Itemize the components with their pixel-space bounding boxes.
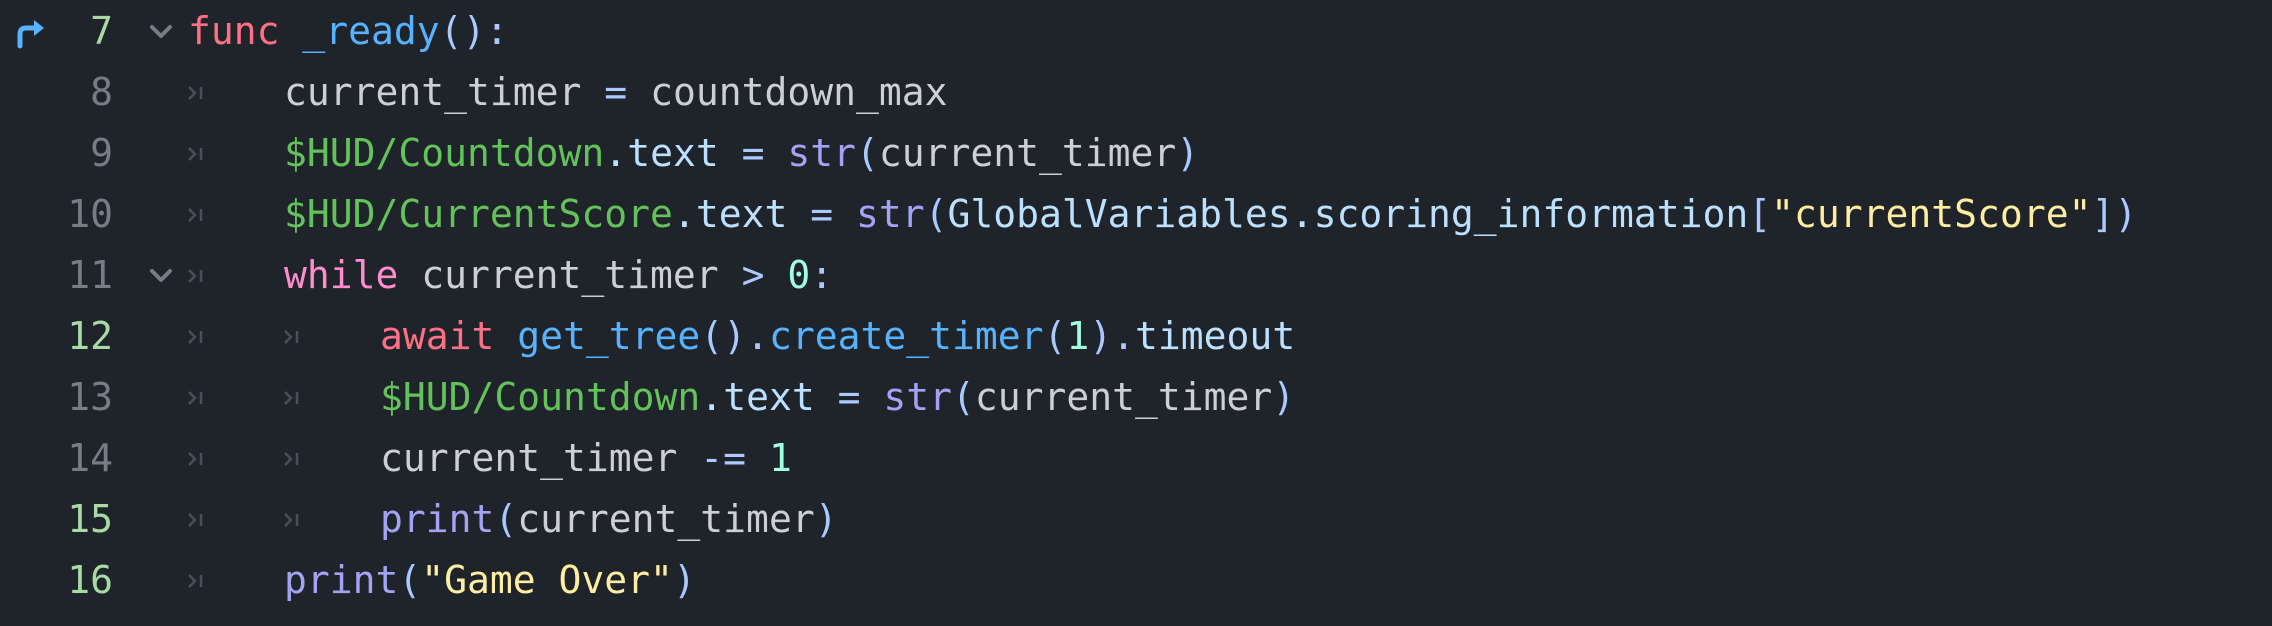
tab-indent-icon bbox=[284, 452, 299, 466]
code-text: current_timer = countdown_max bbox=[284, 70, 948, 114]
line-number: 14 bbox=[67, 436, 113, 480]
line-number: 12 bbox=[67, 314, 113, 358]
line-number: 8 bbox=[90, 70, 113, 114]
line-number: 10 bbox=[67, 192, 113, 236]
code-line-13[interactable]: 13 $HUD/Countdown.text = str(current_tim… bbox=[0, 368, 2272, 429]
tab-indent-icon bbox=[188, 452, 203, 466]
code-line-11[interactable]: 11 while current_timer > 0: bbox=[0, 246, 2272, 307]
tab-indent-icon bbox=[284, 330, 299, 344]
code-editor[interactable]: 7 func _ready(): 8 current_timer = count… bbox=[0, 0, 2272, 626]
line-number: 7 bbox=[90, 9, 113, 53]
code-line-9[interactable]: 9 $HUD/Countdown.text = str(current_time… bbox=[0, 124, 2272, 185]
code-line-15[interactable]: 15 print(current_timer) bbox=[0, 490, 2272, 551]
code-line-12[interactable]: 12 await get_tree().create_timer(1).time… bbox=[0, 307, 2272, 368]
tab-indent-icon bbox=[284, 391, 299, 405]
code-line-10[interactable]: 10 $HUD/CurrentScore.text = str(GlobalVa… bbox=[0, 185, 2272, 246]
code-text: print(current_timer) bbox=[380, 497, 838, 541]
code-text: $HUD/Countdown.text = str(current_timer) bbox=[284, 131, 1200, 175]
tab-indent-icon bbox=[188, 330, 203, 344]
code-text: await get_tree().create_timer(1).timeout bbox=[380, 314, 1296, 358]
code-text: print("Game Over") bbox=[284, 558, 696, 602]
tab-indent-icon bbox=[188, 513, 203, 527]
code-text: $HUD/CurrentScore.text = str(GlobalVaria… bbox=[284, 192, 2138, 236]
tab-indent-icon bbox=[284, 513, 299, 527]
line-number: 15 bbox=[67, 497, 113, 541]
tab-indent-icon bbox=[188, 208, 203, 222]
tab-indent-icon bbox=[188, 391, 203, 405]
tab-indent-icon bbox=[188, 147, 203, 161]
tab-indent-icon bbox=[188, 86, 203, 100]
code-text: func _ready(): bbox=[188, 9, 509, 53]
code-text: $HUD/Countdown.text = str(current_timer) bbox=[380, 375, 1296, 419]
fold-chevron-icon[interactable] bbox=[148, 22, 174, 42]
code-line-7[interactable]: 7 func _ready(): bbox=[0, 2, 2272, 63]
line-number: 9 bbox=[90, 131, 113, 175]
tab-indent-icon bbox=[188, 269, 203, 283]
line-number: 13 bbox=[67, 375, 113, 419]
line-number: 16 bbox=[67, 558, 113, 602]
line-number: 11 bbox=[67, 253, 113, 297]
fold-chevron-icon[interactable] bbox=[148, 266, 174, 286]
code-line-8[interactable]: 8 current_timer = countdown_max bbox=[0, 63, 2272, 124]
code-line-14[interactable]: 14 current_timer -= 1 bbox=[0, 429, 2272, 490]
code-line-16[interactable]: 16 print("Game Over") bbox=[0, 551, 2272, 612]
code-text: current_timer -= 1 bbox=[380, 436, 792, 480]
tab-indent-icon bbox=[188, 574, 203, 588]
code-text: while current_timer > 0: bbox=[284, 253, 834, 297]
